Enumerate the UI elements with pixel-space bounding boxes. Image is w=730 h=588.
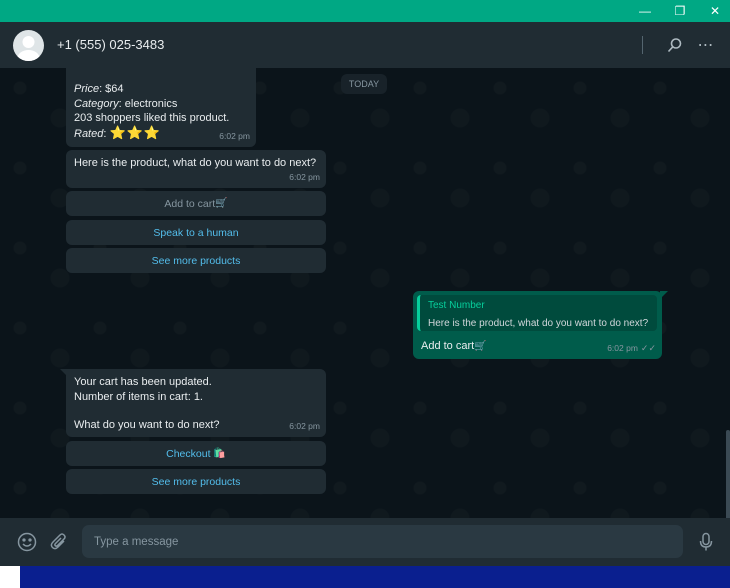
read-receipt-icon: ✓✓ [640,342,656,353]
message-text: Add to cart🛒 [421,340,487,352]
incoming-message-question: Here is the product, what do you want to… [66,150,326,188]
message-time: 6:02 pm [289,420,320,431]
bubble-tail [60,369,68,377]
star-rating-icon: ⭐⭐⭐ [109,124,162,140]
outgoing-message: Test Number Here is the product, what do… [413,291,668,359]
chat-scrollbar[interactable] [726,430,730,518]
window-title-bar: — ❐ ✕ [0,0,730,22]
message-line: Number of items in cart: 1. [74,390,203,403]
avatar[interactable] [13,30,44,61]
message-time: 6:02 pm [219,130,250,141]
maximize-button[interactable]: ❐ [663,0,697,22]
minimize-button[interactable]: — [628,0,662,22]
date-chip: TODAY [341,74,387,94]
close-window-button[interactable]: ✕ [698,0,730,22]
emoji-icon[interactable] [16,531,38,553]
add-to-cart-button[interactable]: Add to cart 🛒 [66,191,326,216]
bubble-tail [660,291,668,299]
search-icon[interactable] [665,35,685,55]
paperclip-icon[interactable] [48,531,70,553]
category-line: Category: electronics [74,97,178,110]
contact-name[interactable]: +1 (555) 025-3483 [57,37,164,52]
os-taskbar [0,566,730,588]
price-line: Price: $64 [74,83,124,95]
message-input[interactable] [82,525,683,558]
liked-line: 203 shoppers liked this product. [74,112,230,124]
checkout-button[interactable]: Checkout 🛍️ [66,441,326,466]
incoming-message-cart-updated: Your cart has been updated. Number of it… [60,369,326,437]
message-time: 6:02 pm [289,171,320,182]
speak-to-human-button[interactable]: Speak to a human [66,220,326,245]
more-options-icon[interactable]: ⋯ [696,35,716,55]
microphone-icon[interactable] [695,531,717,553]
header-divider [642,36,643,54]
default-avatar-icon [17,36,40,61]
quote-text: Here is the product, what do you want to… [428,317,649,329]
message-text: Here is the product, what do you want to… [74,157,317,169]
taskbar-start-button[interactable] [0,566,20,588]
cart-icon: 🛒 [215,198,228,209]
quote-author: Test Number [428,300,485,311]
see-more-products-button[interactable]: See more products [66,469,326,494]
chat-header: +1 (555) 025-3483 ⋯ [0,22,730,68]
message-line: What do you want to do next? [74,419,220,431]
chat-area[interactable]: TODAY Price: $64 Category: electronics 2… [0,68,730,518]
quoted-message[interactable]: Test Number Here is the product, what do… [417,295,657,331]
see-more-products-button[interactable]: See more products [66,248,326,273]
incoming-message-product: Price: $64 Category: electronics 203 sho… [66,68,256,147]
shopping-bags-icon: 🛍️ [213,448,226,459]
message-line: Your cart has been updated. [74,376,212,388]
cart-icon: 🛒 [474,341,487,352]
message-time: 6:02 pm ✓✓ [607,342,656,353]
message-composer [0,518,730,566]
